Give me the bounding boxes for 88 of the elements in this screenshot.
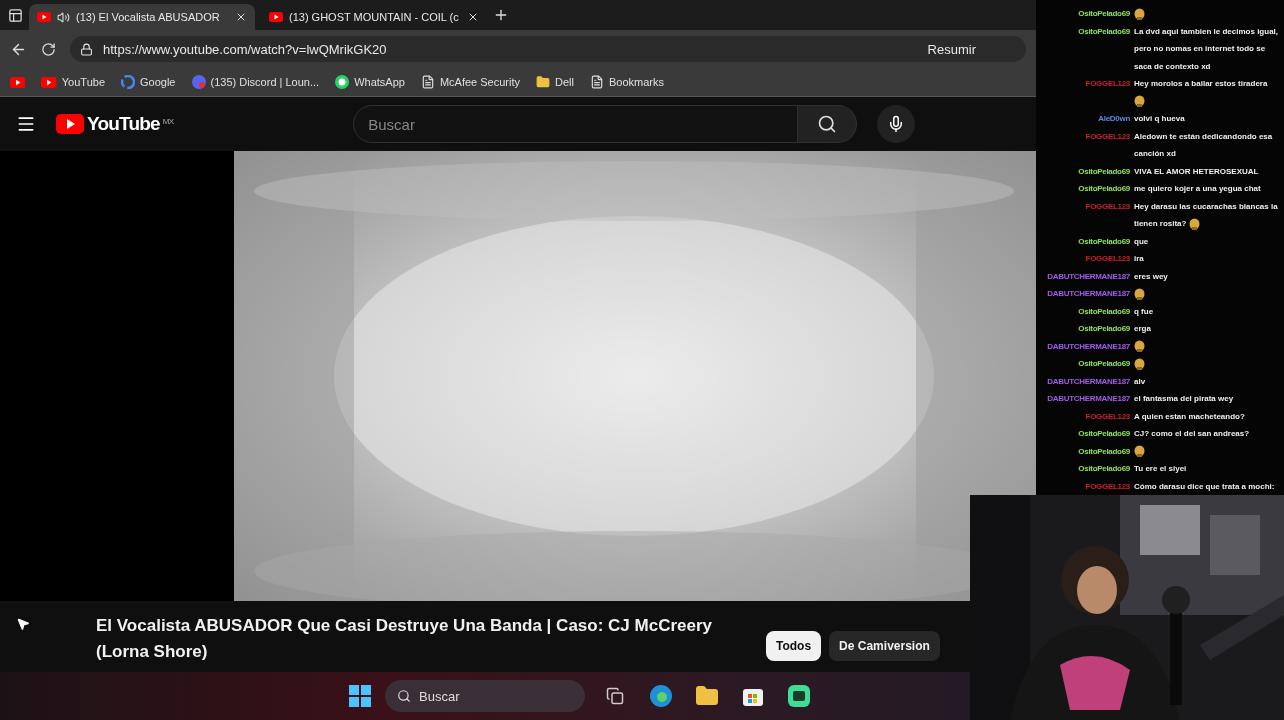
search-icon bbox=[817, 114, 838, 134]
chat-username: FOGGEL123 bbox=[1084, 253, 1130, 265]
video-title: El Vocalista ABUSADOR Que Casi Destruye Una Banda | Caso: CJ McCreery (Lorna Shore) bbox=[96, 615, 713, 663]
mouse-cursor-icon bbox=[16, 617, 30, 631]
bookmark[interactable]: YouTube bbox=[41, 76, 105, 88]
browser-tab[interactable]: (13) GHOST MOUNTAIN - COIL (c bbox=[261, 4, 487, 30]
chat-username: DABUTCHERMANE187 bbox=[1046, 340, 1130, 353]
chat-username: FOGGEL123 bbox=[1084, 78, 1130, 90]
youtube-icon bbox=[41, 76, 57, 88]
chat-message: el fantasma del pirata wey bbox=[1134, 394, 1234, 403]
chat-username: OsitoPelado69 bbox=[1077, 463, 1130, 475]
whatsapp-icon bbox=[335, 75, 350, 89]
summarize-button[interactable]: Resumir bbox=[927, 41, 976, 57]
chat-message: VIVA EL AMOR HETEROSEXUAL bbox=[1134, 166, 1259, 176]
chat-message: A quien estan macheteando? bbox=[1134, 411, 1245, 421]
new-tab-icon[interactable] bbox=[493, 7, 509, 23]
youtube-icon bbox=[10, 76, 26, 88]
search-icon bbox=[397, 689, 411, 703]
chat-message: Tu ere el siyei bbox=[1134, 464, 1187, 473]
filter-chip[interactable]: Todos bbox=[766, 631, 822, 661]
chat-username: OsitoPelado69 bbox=[1077, 445, 1130, 458]
chat-username: OsitoPelado69 bbox=[1077, 25, 1130, 38]
chat-username: DABUTCHERMANE187 bbox=[1046, 270, 1130, 283]
bookmark[interactable]: WhatsApp bbox=[335, 75, 405, 89]
page-icon bbox=[589, 75, 604, 89]
address-bar[interactable]: https://www.youtube.com/watch?v=lwQMrikGK20 Resumir bbox=[70, 36, 1026, 62]
chat-username: OsitoPelado69 bbox=[1077, 358, 1130, 370]
chat-username: DABUTCHERMANE187 bbox=[1046, 375, 1130, 388]
chat-username: OsitoPelado69 bbox=[1077, 235, 1130, 248]
chat-username: FOGGEL123 bbox=[1084, 480, 1130, 493]
chat-message: Aledown te están dedicandondo esa canción xd bbox=[1134, 131, 1273, 158]
chat-username: OsitoPelado69 bbox=[1077, 165, 1130, 178]
close-icon[interactable] bbox=[235, 11, 247, 23]
chat-username: OsitoPelado69 bbox=[1077, 183, 1130, 195]
chat-message: volvi q hueva bbox=[1134, 114, 1185, 123]
youtube-icon bbox=[37, 12, 51, 22]
chat-username: DABUTCHERMANE187 bbox=[1046, 288, 1130, 300]
chat-message: Hey darasu las cucarachas blancas la tienen rosita? bbox=[1134, 201, 1278, 228]
chat-message: que bbox=[1134, 236, 1149, 246]
bookmark[interactable]: Dell bbox=[536, 75, 574, 89]
windows-icon[interactable] bbox=[349, 685, 371, 707]
task-view-icon[interactable] bbox=[606, 687, 624, 705]
taskbar-search-field[interactable]: Buscar bbox=[385, 680, 585, 712]
browser-tab[interactable]: (13) El Vocalista ABUSADOR bbox=[29, 4, 255, 30]
discord-icon bbox=[191, 75, 206, 89]
chat-app-icon[interactable] bbox=[787, 684, 811, 708]
lock-icon bbox=[80, 42, 93, 56]
folder-icon[interactable] bbox=[695, 684, 719, 708]
chat-username: FOGGEL123 bbox=[1084, 410, 1130, 423]
browser-icon[interactable] bbox=[649, 684, 673, 708]
chat-message: ira bbox=[1134, 254, 1144, 263]
page-icon bbox=[420, 75, 435, 89]
google-icon bbox=[121, 75, 135, 89]
chat-username: DABUTCHERMANE187 bbox=[1046, 393, 1130, 405]
bookmark[interactable]: McAfee Security bbox=[420, 75, 520, 89]
youtube-icon bbox=[56, 114, 84, 134]
chat-message: q fue bbox=[1134, 306, 1154, 316]
youtube-icon bbox=[269, 12, 283, 22]
chat-username: FOGGEL123 bbox=[1084, 200, 1130, 213]
chat-username: OsitoPelado69 bbox=[1077, 323, 1130, 335]
tab-actions-icon[interactable] bbox=[8, 7, 23, 23]
close-icon[interactable] bbox=[467, 11, 479, 23]
chat-message: me quiero kojer a una yegua chat bbox=[1134, 184, 1261, 193]
search-button[interactable] bbox=[798, 105, 858, 143]
speaker-icon[interactable] bbox=[57, 10, 70, 24]
bookmark[interactable]: Bookmarks bbox=[589, 75, 664, 89]
chat-message: Hey morolos a bailar estos tiradera bbox=[1134, 79, 1268, 88]
filter-chip[interactable]: De Camiversion bbox=[829, 631, 940, 661]
chat-username: FOGGEL123 bbox=[1084, 130, 1130, 143]
menu-icon[interactable] bbox=[16, 114, 36, 134]
search-field[interactable]: Buscar bbox=[353, 105, 799, 143]
chat-username: OsitoPelado69 bbox=[1077, 428, 1130, 440]
chat-username: OsitoPelado69 bbox=[1077, 8, 1130, 20]
tab-title: (13) El Vocalista ABUSADOR bbox=[76, 11, 221, 23]
bookmark[interactable]: Google bbox=[121, 75, 176, 89]
tab-title: (13) GHOST MOUNTAIN - COIL (c bbox=[289, 11, 460, 23]
voice-search-button[interactable] bbox=[877, 105, 916, 143]
reload-icon[interactable] bbox=[41, 41, 56, 57]
chat-message: eres wey bbox=[1134, 271, 1168, 281]
chat-message: Cómo darasu dice que trata a mochi: bbox=[1134, 481, 1275, 491]
chat-message: erga bbox=[1134, 324, 1151, 333]
chat-username: OsitoPelado69 bbox=[1077, 305, 1130, 318]
folder-icon bbox=[536, 75, 550, 89]
chat-message: La dvd aqui tambien le decimos igual, pero no nomas en internet todo se saca de contexto xd bbox=[1134, 26, 1279, 71]
chat-message: alv bbox=[1134, 376, 1146, 386]
chat-message: CJ? como el del san andreas? bbox=[1134, 429, 1250, 438]
chat-username: AleD0wn bbox=[1097, 113, 1130, 125]
bookmark[interactable]: (135) Discord | Loun... bbox=[191, 75, 320, 89]
